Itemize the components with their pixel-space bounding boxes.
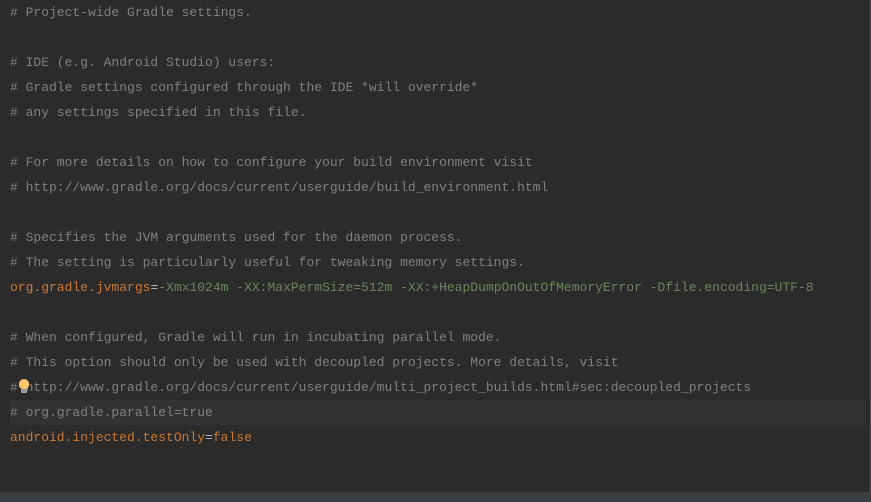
code-line[interactable]: # IDE (e.g. Android Studio) users: (10, 50, 866, 75)
code-line[interactable]: org.gradle.jvmargs=-Xmx1024m -XX:MaxPerm… (10, 275, 866, 300)
property-key: android.injected.testOnly (10, 430, 205, 445)
code-editor[interactable]: # Project-wide Gradle settings. # IDE (e… (0, 0, 871, 502)
code-line[interactable]: # http://www.gradle.org/docs/current/use… (10, 175, 866, 200)
comment-text: # http://www.gradle.org/docs/current/use… (10, 180, 548, 195)
code-line[interactable]: # any settings specified in this file. (10, 100, 866, 125)
comment-text: # http://www.gradle.org/docs/current/use… (10, 380, 751, 395)
code-line[interactable] (10, 300, 866, 325)
code-line[interactable]: android.injected.testOnly=false (10, 425, 866, 450)
comment-text: # IDE (e.g. Android Studio) users: (10, 55, 275, 70)
code-line[interactable]: # Gradle settings configured through the… (10, 75, 866, 100)
code-line[interactable]: # This option should only be used with d… (10, 350, 866, 375)
horizontal-scrollbar[interactable] (0, 492, 871, 502)
comment-text: # Specifies the JVM arguments used for t… (10, 230, 462, 245)
comment-text: # any settings specified in this file. (10, 105, 306, 120)
code-line[interactable]: # Specifies the JVM arguments used for t… (10, 225, 866, 250)
code-line[interactable]: # For more details on how to configure y… (10, 150, 866, 175)
comment-text: # For more details on how to configure y… (10, 155, 533, 170)
code-line[interactable] (10, 125, 866, 150)
comment-text: # org.gradle.parallel=true (10, 405, 213, 420)
property-value: false (213, 430, 252, 445)
code-line[interactable]: # http://www.gradle.org/docs/current/use… (10, 375, 866, 400)
code-line[interactable] (10, 200, 866, 225)
comment-text: # Project-wide Gradle settings. (10, 5, 252, 20)
code-line[interactable] (10, 25, 866, 50)
comment-text: # Gradle settings configured through the… (10, 80, 478, 95)
code-line[interactable]: # org.gradle.parallel=true (10, 400, 866, 425)
lightbulb-icon[interactable] (17, 379, 31, 395)
code-content[interactable]: # Project-wide Gradle settings. # IDE (e… (6, 0, 870, 502)
equals-sign: = (205, 430, 213, 445)
code-line[interactable]: # When configured, Gradle will run in in… (10, 325, 866, 350)
property-key: org.gradle.jvmargs (10, 280, 150, 295)
code-line[interactable]: # Project-wide Gradle settings. (10, 0, 866, 25)
comment-text: # This option should only be used with d… (10, 355, 619, 370)
comment-text: # When configured, Gradle will run in in… (10, 330, 501, 345)
property-value: -Xmx1024m -XX:MaxPermSize=512m -XX:+Heap… (158, 280, 813, 295)
comment-text: # The setting is particularly useful for… (10, 255, 525, 270)
code-line[interactable]: # The setting is particularly useful for… (10, 250, 866, 275)
